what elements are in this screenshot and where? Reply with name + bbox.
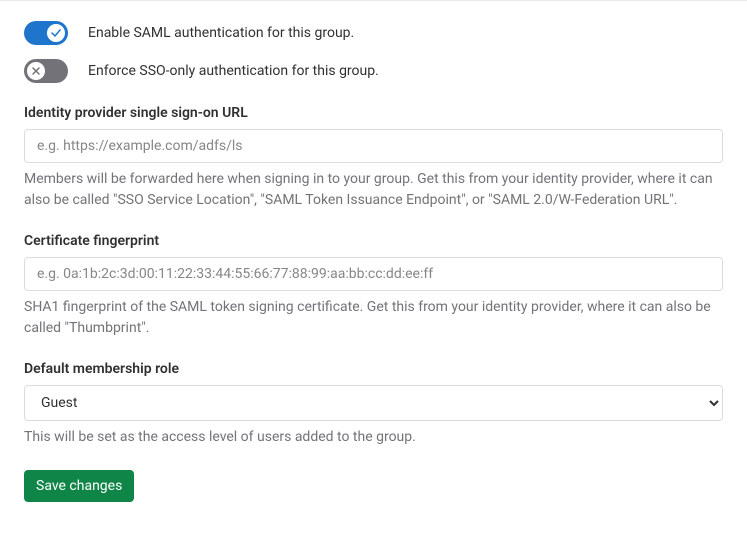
role-select[interactable]: Guest xyxy=(24,385,723,421)
toggle-knob xyxy=(27,62,45,80)
fingerprint-help: SHA1 fingerprint of the SAML token signi… xyxy=(24,297,723,339)
sso-url-group: Identity provider single sign-on URL Mem… xyxy=(24,105,723,211)
enforce-sso-toggle[interactable] xyxy=(24,59,68,83)
fingerprint-group: Certificate fingerprint SHA1 fingerprint… xyxy=(24,233,723,339)
sso-url-input[interactable] xyxy=(24,129,723,163)
enable-saml-toggle[interactable] xyxy=(24,21,68,45)
toggle-knob xyxy=(47,24,65,42)
fingerprint-label: Certificate fingerprint xyxy=(24,233,723,249)
enforce-sso-label: Enforce SSO-only authentication for this… xyxy=(88,63,379,79)
sso-url-help: Members will be forwarded here when sign… xyxy=(24,169,723,211)
enable-saml-label: Enable SAML authentication for this grou… xyxy=(88,25,354,41)
fingerprint-input[interactable] xyxy=(24,257,723,291)
role-help: This will be set as the access level of … xyxy=(24,427,723,448)
role-label: Default membership role xyxy=(24,361,723,377)
sso-url-label: Identity provider single sign-on URL xyxy=(24,105,723,121)
role-group: Default membership role Guest This will … xyxy=(24,361,723,448)
check-icon xyxy=(51,28,61,38)
enforce-sso-row: Enforce SSO-only authentication for this… xyxy=(24,59,723,83)
save-button[interactable]: Save changes xyxy=(24,470,134,502)
enable-saml-row: Enable SAML authentication for this grou… xyxy=(24,21,723,45)
x-icon xyxy=(32,67,40,75)
